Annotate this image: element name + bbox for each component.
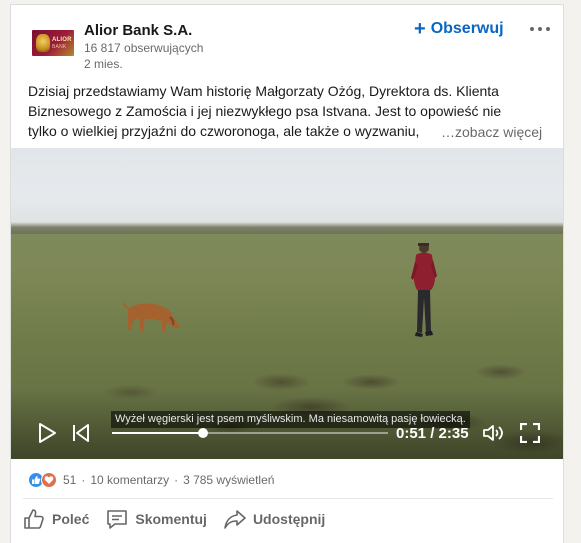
logo-text: ALIOR: [52, 37, 72, 43]
post-text-line: tylko o wielkiej przyjaźni do czworonoga…: [28, 123, 420, 139]
video-horizon: [11, 222, 563, 234]
post-text-line: Biznesowego z Zamościa i jej niezwykłego…: [28, 103, 502, 119]
person-figure: [411, 243, 437, 337]
video-timecode: 0:51 / 2:35: [396, 425, 469, 442]
see-more-link[interactable]: …zobacz więcej: [441, 124, 542, 140]
company-logo[interactable]: ALIOR BANK: [32, 30, 74, 56]
volume-icon[interactable]: [482, 423, 506, 443]
separator: ·: [81, 473, 86, 487]
comment-icon: [107, 510, 128, 529]
fullscreen-icon[interactable]: [520, 423, 540, 443]
follow-button[interactable]: + Obserwuj: [414, 18, 504, 40]
post-card: ALIOR BANK Alior Bank S.A. 16 817 obserw…: [10, 4, 564, 543]
skip-back-icon[interactable]: [71, 423, 91, 443]
post-header: ALIOR BANK Alior Bank S.A. 16 817 obserw…: [11, 5, 565, 75]
share-button[interactable]: Udostępnij: [223, 503, 325, 535]
video-player[interactable]: Wyżeł węgierski jest psem myśliwskim. Ma…: [11, 148, 563, 459]
follower-count: 16 817 obserwujących: [84, 41, 204, 55]
divider: [23, 498, 553, 499]
comment-button[interactable]: Skomentuj: [105, 503, 207, 535]
like-button[interactable]: Poleć: [22, 503, 89, 535]
comment-count[interactable]: 10 komentarzy: [90, 473, 169, 487]
video-progress-bar[interactable]: [112, 428, 388, 438]
video-progress-fill: [112, 432, 204, 434]
video-sky: [11, 148, 563, 232]
logo-emblem-icon: [36, 34, 50, 52]
share-icon: [224, 510, 246, 529]
reaction-count[interactable]: 51: [63, 473, 76, 487]
social-counts: 51 · 10 komentarzy · 3 785 wyświetleń: [28, 471, 274, 489]
comment-label: Skomentuj: [135, 511, 207, 527]
follow-label: Obserwuj: [430, 20, 504, 37]
dog-figure: [123, 302, 180, 331]
like-label: Poleć: [52, 511, 90, 527]
share-label: Udostępnij: [252, 511, 326, 527]
heart-reaction-icon: [41, 472, 57, 488]
thumbs-up-icon: [24, 509, 44, 529]
play-icon[interactable]: [37, 422, 57, 444]
plus-icon: +: [414, 18, 426, 40]
company-name[interactable]: Alior Bank S.A.: [84, 22, 192, 39]
post-time: 2 mies.: [84, 57, 123, 71]
post-actions: Poleć Skomentuj Udostępnij: [22, 503, 341, 535]
post-text-line: Dzisiaj przedstawiamy Wam historię Małgo…: [28, 83, 499, 99]
view-count: 3 785 wyświetleń: [183, 473, 275, 487]
separator: ·: [174, 473, 179, 487]
logo-subtext: BANK: [52, 44, 67, 50]
more-options-icon[interactable]: [525, 19, 555, 39]
